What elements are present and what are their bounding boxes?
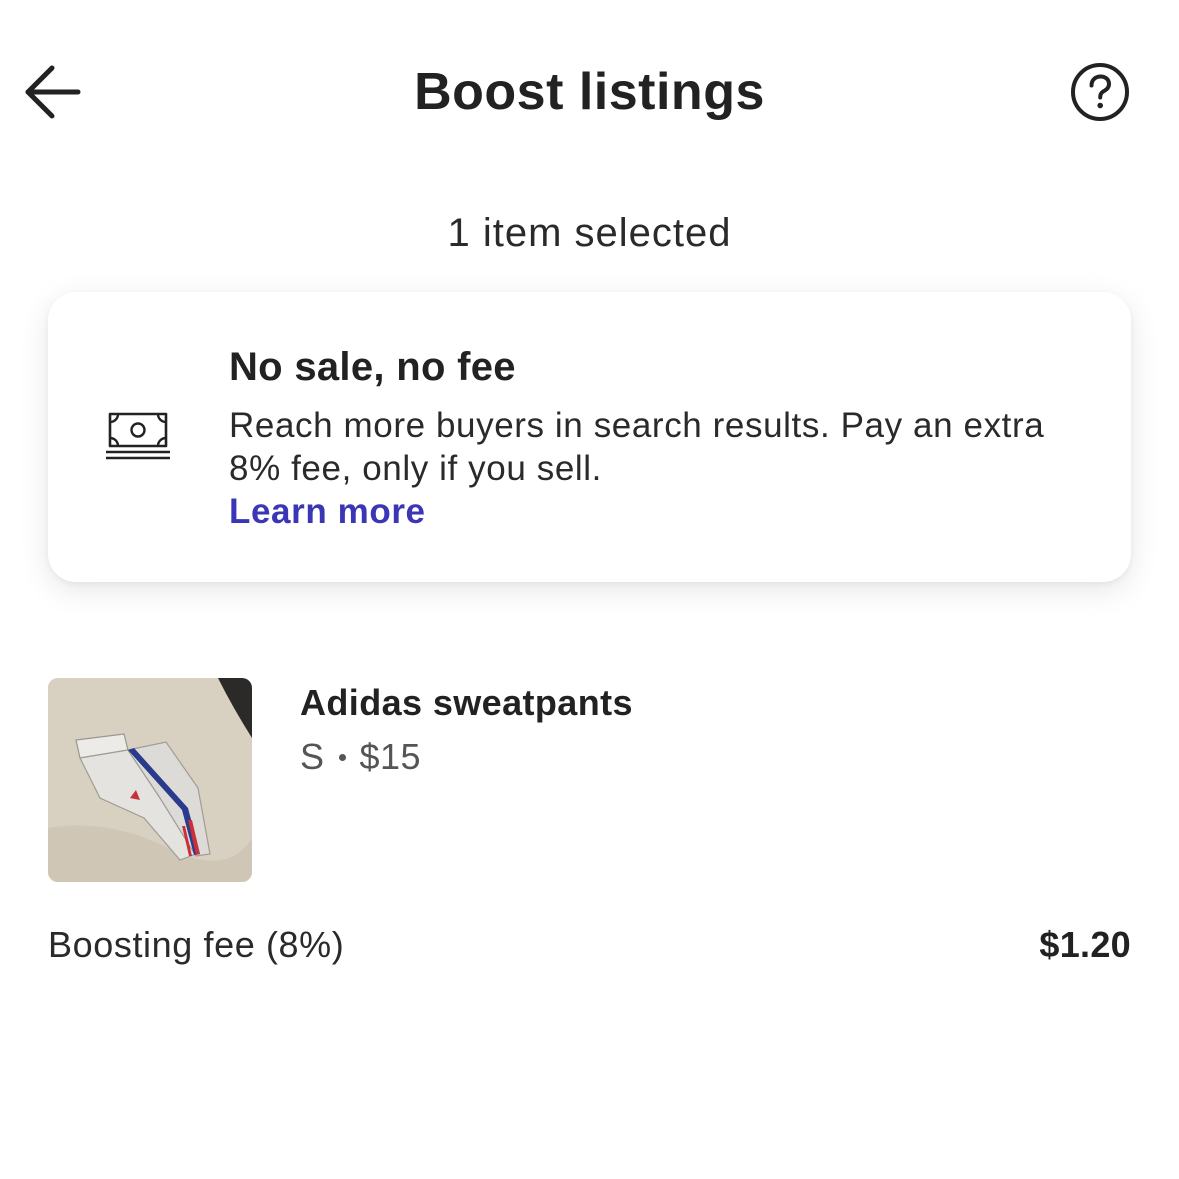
selected-count: 1 item selected	[447, 211, 732, 255]
boosting-fee-value: $1.20	[1039, 924, 1131, 965]
separator-dot	[338, 753, 346, 761]
item-meta: S $15	[300, 734, 421, 780]
learn-more-link[interactable]: Learn more	[229, 490, 426, 534]
item-thumbnail[interactable]	[48, 678, 252, 882]
help-button[interactable]	[1068, 60, 1132, 124]
item-size: S	[300, 736, 325, 777]
sweatpants-photo	[48, 678, 252, 882]
page-title: Boost listings	[414, 63, 765, 121]
boosting-fee-label: Boosting fee (8%)	[48, 924, 345, 965]
card-description: Reach more buyers in search results. Pay…	[229, 406, 1045, 488]
listing-item[interactable]: Adidas sweatpants S $15	[48, 678, 1131, 882]
money-bill-icon	[106, 412, 170, 460]
question-circle-icon	[1071, 63, 1129, 121]
header: Boost listings	[0, 0, 1179, 180]
item-price: $15	[359, 736, 422, 777]
info-card: No sale, no fee Reach more buyers in sea…	[48, 292, 1131, 582]
card-title: No sale, no fee	[229, 345, 516, 389]
item-name: Adidas sweatpants	[300, 682, 633, 723]
